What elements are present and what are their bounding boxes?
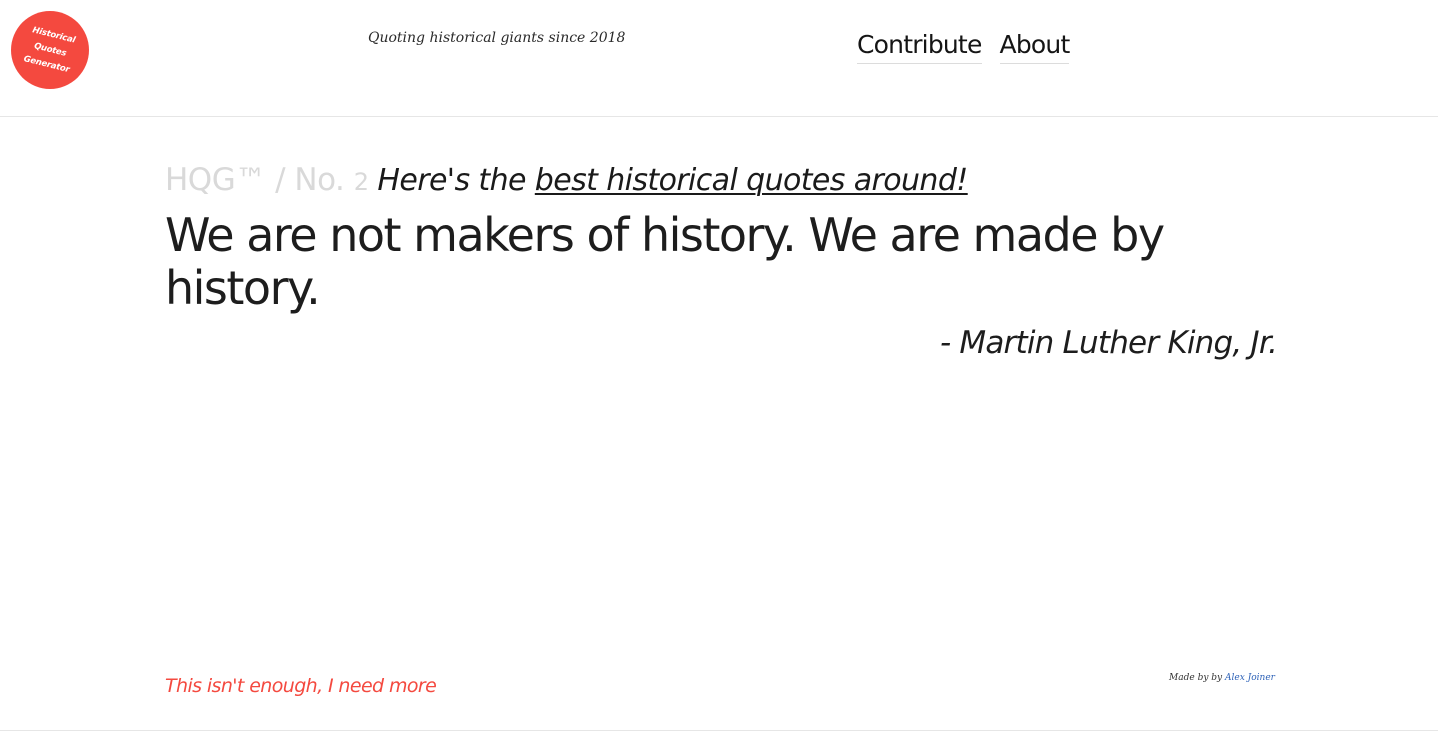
quote-author: - Martin Luther King, Jr. (939, 325, 1278, 361)
author-link[interactable]: Alex Joiner (1225, 673, 1275, 683)
page: Historical Quotes Generator Quoting hist… (0, 0, 1438, 732)
logo-text: Historical Quotes Generator (22, 24, 77, 75)
more-quotes-link[interactable]: This isn't enough, I need more (165, 675, 437, 697)
intro-prefix: Here's the (377, 163, 526, 198)
intro-text: Here's the best historical quotes around… (377, 163, 969, 198)
nav-contribute-link[interactable]: Contribute (857, 29, 982, 64)
best-quotes-link[interactable]: best historical quotes around! (535, 163, 969, 198)
site-header: Historical Quotes Generator Quoting hist… (0, 0, 1438, 117)
credit-line: Made by by Alex Joiner (1169, 673, 1275, 683)
logo-badge[interactable]: Historical Quotes Generator (11, 11, 89, 89)
brand-mark: HQG™ / No. 2 (165, 162, 369, 198)
headline: HQG™ / No. 2 Here's the best historical … (165, 160, 1277, 201)
quote-section: HQG™ / No. 2 Here's the best historical … (165, 160, 1278, 361)
footer-divider (0, 730, 1438, 731)
quote-text: We are not makers of history. We are mad… (165, 208, 1165, 315)
brand-text: HQG™ / No. (165, 162, 345, 198)
credit-prefix: Made by by (1169, 673, 1223, 683)
quote-number: 2 (353, 168, 369, 196)
tagline: Quoting historical giants since 2018 (368, 30, 626, 46)
nav-about-link[interactable]: About (999, 29, 1070, 64)
main-nav: Contribute About (857, 29, 1070, 64)
